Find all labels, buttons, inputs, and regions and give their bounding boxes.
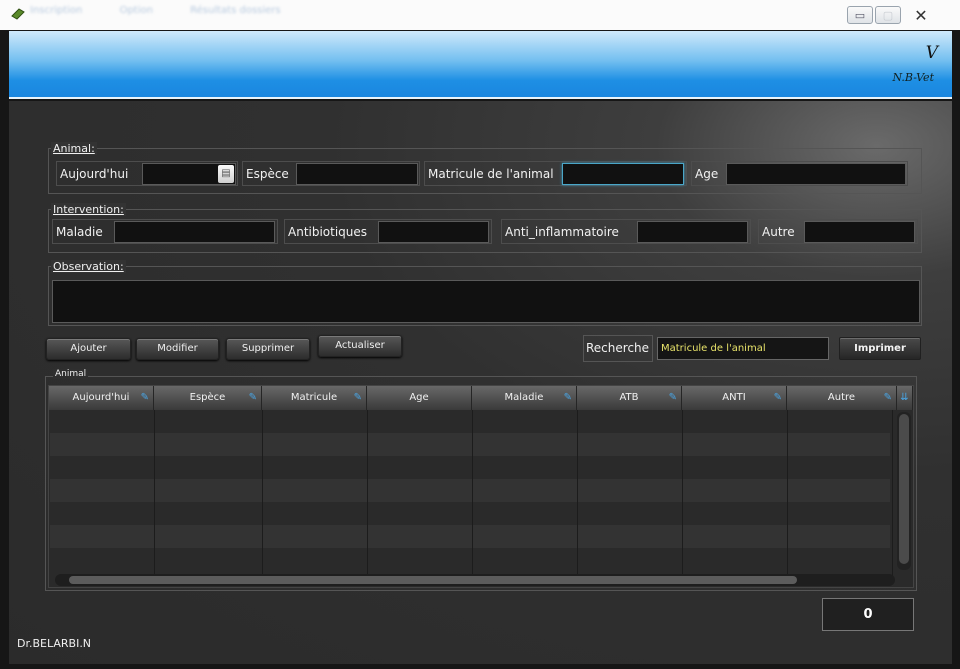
minimize-icon: ▭ [854,8,866,22]
menu-item-resultats[interactable]: Résultats dossiers [190,5,280,16]
modifier-label: Modifier [157,343,198,354]
supprimer-label: Supprimer [241,343,295,354]
age-input[interactable] [726,163,906,185]
menu-item-inscription[interactable]: Inscription [30,5,82,16]
minimize-button[interactable]: ▭ [847,6,873,24]
horizontal-scrollbar[interactable] [55,574,895,586]
anti-inflammatoire-input[interactable] [637,221,748,243]
matricule-input[interactable] [562,163,684,185]
filter-icon[interactable]: ✎ [141,386,149,410]
column-divider [682,410,683,576]
maladie-label: Maladie [56,224,103,239]
column-header-age[interactable]: Age [367,386,472,410]
column-chooser-button[interactable]: ⇊ [897,386,913,410]
filter-icon[interactable]: ✎ [564,386,572,410]
ajouter-button[interactable]: Ajouter [46,338,131,360]
table-row[interactable] [50,433,890,456]
animal-grid[interactable]: Aujourd'hui ✎ Espèce ✎ Matricule ✎ Age Mala… [48,385,914,588]
record-count: 0 [822,598,914,631]
print-button[interactable]: Imprimer [839,337,921,360]
column-divider [262,410,263,576]
date-input[interactable]: ▤ [142,163,236,185]
autre-input[interactable] [804,221,915,243]
supprimer-button[interactable]: Supprimer [226,338,310,360]
age-label: Age [695,166,719,181]
actualiser-label: Actualiser [335,340,385,351]
filter-icon[interactable]: ✎ [774,386,782,410]
observation-textarea[interactable] [52,280,920,323]
modifier-button[interactable]: Modifier [136,338,219,360]
table-row[interactable] [50,525,890,548]
intervention-group-title: Intervention: [51,203,126,216]
vertical-scrollbar[interactable] [897,412,911,570]
date-label: Aujourd'hui [60,166,129,181]
app-icon [11,8,25,20]
menu-bar: Inscription Option Résultats dossiers [30,5,315,16]
brand-mark: V [925,43,938,63]
animal-group-title: Animal: [51,142,97,155]
scroll-thumb[interactable] [899,414,909,564]
column-header-matricule[interactable]: Matricule ✎ [262,386,367,410]
grid-title: Animal [53,369,89,379]
window-controls: ▭ ▢ ✕ [847,5,941,25]
maximize-button[interactable]: ▢ [875,6,901,24]
column-header-espece[interactable]: Espèce ✎ [154,386,262,410]
column-divider [787,410,788,576]
autre-label: Autre [762,224,795,239]
anti-inflammatoire-label: Anti_inflammatoire [505,224,619,239]
observation-group-title: Observation: [51,260,126,273]
column-divider [577,410,578,576]
calendar-icon[interactable]: ▤ [218,165,234,183]
search-label: Recherche [583,335,653,362]
filter-icon[interactable]: ✎ [249,386,257,410]
app-window: Inscription Option Résultats dossiers ▭ … [0,0,960,669]
column-divider [367,410,368,576]
close-button[interactable]: ✕ [903,5,939,25]
matricule-label: Matricule de l'animal [428,166,554,181]
espece-label: Espèce [246,166,289,181]
author-credit: Dr.BELARBI.N [17,637,92,650]
column-header-anti[interactable]: ANTI ✎ [682,386,787,410]
column-divider [472,410,473,576]
close-icon: ✕ [914,5,928,25]
menu-item-option[interactable]: Option [120,5,153,16]
column-header-autre[interactable]: Autre ✎ [787,386,897,410]
filter-icon[interactable]: ✎ [354,386,362,410]
title-bar: Inscription Option Résultats dossiers ▭ … [0,0,960,30]
filter-icon[interactable]: ✎ [669,386,677,410]
column-divider [154,410,155,576]
espece-input[interactable] [296,163,418,185]
search-input[interactable]: Matricule de l'animal [657,337,829,360]
column-header-maladie[interactable]: Maladie ✎ [472,386,577,410]
antibiotiques-input[interactable] [378,221,489,243]
ajouter-label: Ajouter [70,343,107,354]
actualiser-button[interactable]: Actualiser [318,335,402,357]
header-banner: V N.B-Vet [9,31,952,99]
antibiotiques-label: Antibiotiques [288,224,368,239]
scroll-thumb[interactable] [69,576,797,584]
brand-name: N.B-Vet [892,71,935,84]
maximize-icon: ▢ [882,8,894,22]
table-row[interactable] [50,479,890,502]
column-header-date[interactable]: Aujourd'hui ✎ [49,386,154,410]
filter-icon[interactable]: ✎ [884,386,892,410]
column-header-atb[interactable]: ATB ✎ [577,386,682,410]
maladie-input[interactable] [114,221,275,243]
column-divider [892,410,893,576]
